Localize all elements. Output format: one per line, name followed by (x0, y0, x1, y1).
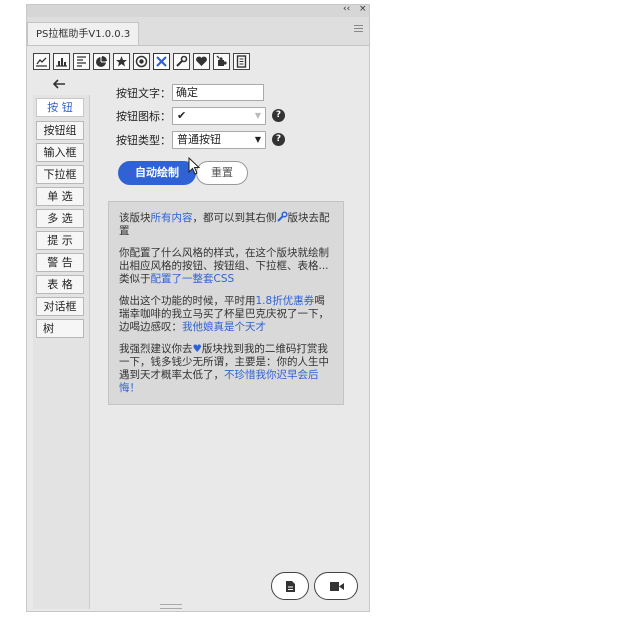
button-type-label: 按钮类型： (116, 134, 171, 147)
info-paragraph-1: 该版块所有内容，都可以到其右侧 版块去配置 (119, 211, 330, 237)
info-paragraph-3: 做出这个功能的时候，平时用1.8折优惠券喝瑞幸咖啡的我立马买了杯星巴克庆祝了一下… (119, 295, 329, 333)
sidebar-item-button-group[interactable]: 按钮组 (36, 121, 84, 140)
video-icon (330, 582, 344, 591)
button-text-input[interactable]: 确定 (172, 84, 264, 101)
pie-chart-icon[interactable] (93, 53, 110, 70)
help-icon[interactable]: ? (272, 109, 285, 122)
wrench-icon (276, 211, 288, 222)
back-arrow-icon[interactable] (51, 78, 69, 92)
panel-topbar: ‹‹ × (27, 4, 369, 17)
sidebar-item-tip[interactable]: 提 示 (36, 231, 84, 250)
info-paragraph-4: 我强烈建议你去♥版块找到我的二维码打赏我一下，钱多钱少无所谓，主要是：你的人生中… (119, 343, 329, 394)
video-button[interactable] (314, 572, 358, 600)
sidebar-item-dialog[interactable]: 对话框 (36, 297, 84, 316)
line-chart-icon[interactable] (33, 53, 50, 70)
sidebar-item-input[interactable]: 输入框 (36, 143, 84, 162)
star-icon[interactable] (113, 53, 130, 70)
panel-menu-icon[interactable] (354, 25, 363, 34)
file-icon (286, 581, 295, 592)
help-icon[interactable]: ? (272, 133, 285, 146)
sidebar-item-dropdown[interactable]: 下拉框 (36, 165, 84, 184)
button-type-select[interactable]: 普通按钮 ▼ (172, 131, 266, 149)
mouse-cursor-icon (188, 156, 202, 180)
sidebar-item-radio[interactable]: 单 选 (36, 187, 84, 206)
info-link-coupon: 1.8折优惠券 (255, 295, 315, 307)
reset-button[interactable]: 重置 (196, 161, 248, 185)
collapse-icon[interactable]: ‹‹ (343, 4, 350, 14)
sidebar-item-checkbox[interactable]: 多 选 (36, 209, 84, 228)
bar-chart-icon[interactable] (53, 53, 70, 70)
close-icon[interactable]: × (359, 4, 367, 14)
sidebar-item-table[interactable]: 表 格 (36, 275, 84, 294)
chevron-down-icon: ▼ (254, 135, 261, 144)
resize-grip[interactable] (160, 604, 182, 609)
sidebar-item-button[interactable]: 按 钮 (36, 98, 84, 117)
wrench-icon[interactable] (173, 53, 190, 70)
info-link-all-content: 所有内容 (150, 212, 193, 224)
info-link-css: 配置了一整套CSS (150, 273, 235, 285)
button-icon-select[interactable]: ✔ ▼ (172, 107, 266, 125)
tab-ps-helper[interactable]: PS拉框助手V1.0.0.3 (27, 22, 140, 45)
document-icon[interactable] (233, 53, 250, 70)
heart-icon[interactable] (193, 53, 210, 70)
info-link-genius: 我他娘真是个天才 (182, 321, 266, 333)
list-icon[interactable] (73, 53, 90, 70)
puzzle-icon[interactable] (213, 53, 230, 70)
globe-icon[interactable] (133, 53, 150, 70)
info-paragraph-2: 你配置了什么风格的样式，在这个版块就绘制出相应风格的按钮、按钮组、下拉框、表格.… (119, 247, 329, 285)
sidebar-item-warning[interactable]: 警 告 (36, 253, 84, 272)
button-icon-label: 按钮图标： (116, 110, 171, 123)
file-button[interactable] (271, 572, 309, 600)
sidebar-item-tree[interactable]: 树 (36, 319, 84, 338)
tab-bar: PS拉框助手V1.0.0.3 (27, 17, 369, 46)
checkmark-icon: ✔ (177, 109, 187, 122)
heart-icon: ♥ (192, 343, 202, 355)
button-type-value: 普通按钮 (177, 133, 221, 146)
info-box: 该版块所有内容，都可以到其右侧 版块去配置 你配置了什么风格的样式，在这个版块就绘… (108, 201, 344, 405)
chevron-down-icon: ▼ (254, 111, 261, 120)
button-text-label: 按钮文字： (116, 87, 171, 100)
magic-tools-icon[interactable] (153, 53, 170, 70)
auto-draw-button[interactable]: 自动绘制 (118, 161, 196, 185)
